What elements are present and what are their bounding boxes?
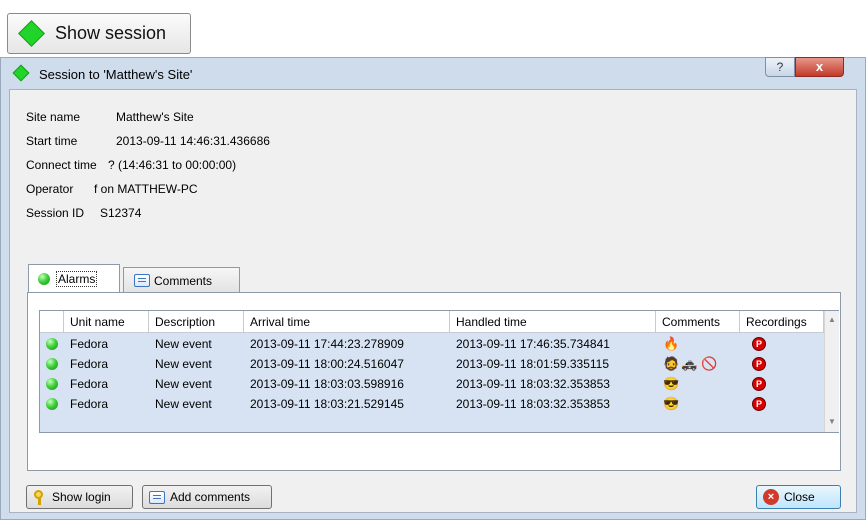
table-row[interactable]: Fedora New event 2013-09-11 17:44:23.278… — [40, 334, 823, 354]
start-time-value: 2013-09-11 14:46:31.436686 — [116, 134, 270, 148]
description-cell: New event — [155, 377, 212, 391]
arrival-time-cell: 2013-09-11 18:03:03.598916 — [250, 377, 404, 391]
site-name-label: Site name — [26, 110, 81, 124]
green-diamond-icon — [18, 20, 45, 47]
face-icon: 😎 — [663, 376, 680, 391]
column-header-arrival-time[interactable]: Arrival time — [244, 311, 450, 333]
table-row[interactable]: Fedora New event 2013-09-11 18:03:21.529… — [40, 394, 823, 414]
add-comments-label: Add comments — [170, 490, 251, 504]
police-car-icon: 🚓 — [681, 356, 698, 371]
site-name-value: Matthew's Site — [116, 110, 194, 124]
close-button[interactable]: × Close — [756, 485, 841, 509]
session-id-label: Session ID — [26, 206, 85, 220]
tab-comments[interactable]: Comments — [123, 267, 240, 293]
description-cell: New event — [155, 397, 212, 411]
comment-icon — [134, 274, 150, 287]
scroll-up-icon[interactable]: ▲ — [828, 315, 836, 324]
session-window: Session to 'Matthew's Site' ? x Site nam… — [0, 57, 866, 520]
person-icon: 🧔 — [663, 356, 680, 371]
handled-time-cell: 2013-09-11 18:01:59.335115 — [456, 357, 610, 371]
comment-icon — [149, 490, 165, 504]
column-header-handled-time[interactable]: Handled time — [450, 311, 656, 333]
operator-label: Operator — [26, 182, 74, 196]
fire-icon: 🔥 — [663, 336, 680, 351]
handled-time-cell: 2013-09-11 18:03:32.353853 — [456, 397, 610, 411]
operator-value: f on MATTHEW-PC — [94, 182, 198, 196]
tab-alarms[interactable]: Alarms — [28, 264, 120, 292]
session-id-value: S12374 — [100, 206, 142, 220]
key-icon — [33, 489, 45, 505]
window-title: Session to 'Matthew's Site' — [39, 67, 193, 82]
connect-time-value: ? (14:46:31 to 00:00:00) — [108, 158, 237, 172]
column-header-unit-name[interactable]: Unit name — [64, 311, 149, 333]
recording-icon[interactable] — [752, 397, 766, 411]
show-login-button[interactable]: Show login — [26, 485, 133, 509]
show-login-label: Show login — [52, 490, 111, 504]
connect-time-label: Connect time — [26, 158, 97, 172]
green-status-icon — [46, 398, 58, 410]
show-session-label: Show session — [55, 23, 167, 43]
recording-icon[interactable] — [752, 337, 766, 351]
window-close-button[interactable]: x — [795, 57, 844, 77]
window-client-area: Site name Matthew's Site Start time 2013… — [9, 89, 857, 513]
table-row[interactable]: Fedora New event 2013-09-11 18:03:03.598… — [40, 374, 823, 394]
green-status-icon — [46, 358, 58, 370]
row-header-corner — [40, 311, 64, 333]
description-cell: New event — [155, 357, 212, 371]
face-icon: 😎 — [663, 396, 680, 411]
unit-name-cell: Fedora — [70, 377, 109, 391]
vertical-scrollbar[interactable]: ▲ ▼ — [824, 311, 839, 432]
green-status-icon — [46, 338, 58, 350]
tab-alarms-label: Alarms — [56, 270, 98, 287]
help-button[interactable]: ? — [765, 57, 795, 77]
show-session-button[interactable]: Show session — [7, 13, 191, 54]
green-diamond-icon — [12, 64, 30, 82]
column-header-comments[interactable]: Comments — [656, 311, 740, 333]
handled-time-cell: 2013-09-11 18:03:32.353853 — [456, 377, 610, 391]
green-status-icon — [46, 378, 58, 390]
arrival-time-cell: 2013-09-11 17:44:23.278909 — [250, 337, 404, 351]
column-header-recordings[interactable]: Recordings — [740, 311, 824, 333]
description-cell: New event — [155, 337, 212, 351]
tab-comments-label: Comments — [154, 273, 213, 288]
close-circle-icon: × — [763, 489, 779, 505]
scroll-down-icon[interactable]: ▼ — [828, 417, 836, 426]
unit-name-cell: Fedora — [70, 337, 109, 351]
unit-name-cell: Fedora — [70, 357, 109, 371]
table-row[interactable]: Fedora New event 2013-09-11 18:00:24.516… — [40, 354, 823, 374]
arrival-time-cell: 2013-09-11 18:03:21.529145 — [250, 397, 404, 411]
no-vehicle-icon: 🚫 — [701, 356, 718, 371]
arrival-time-cell: 2013-09-11 18:00:24.516047 — [250, 357, 404, 371]
green-status-icon — [38, 272, 50, 285]
recording-icon[interactable] — [752, 377, 766, 391]
title-bar: Session to 'Matthew's Site' ? x — [1, 57, 865, 89]
unit-name-cell: Fedora — [70, 397, 109, 411]
column-header-description[interactable]: Description — [149, 311, 244, 333]
start-time-label: Start time — [26, 134, 78, 148]
recording-icon[interactable] — [752, 357, 766, 371]
close-button-label: Close — [784, 490, 815, 504]
alarms-grid[interactable]: Unit name Description Arrival time Handl… — [39, 310, 839, 433]
handled-time-cell: 2013-09-11 17:46:35.734841 — [456, 337, 610, 351]
add-comments-button[interactable]: Add comments — [142, 485, 272, 509]
